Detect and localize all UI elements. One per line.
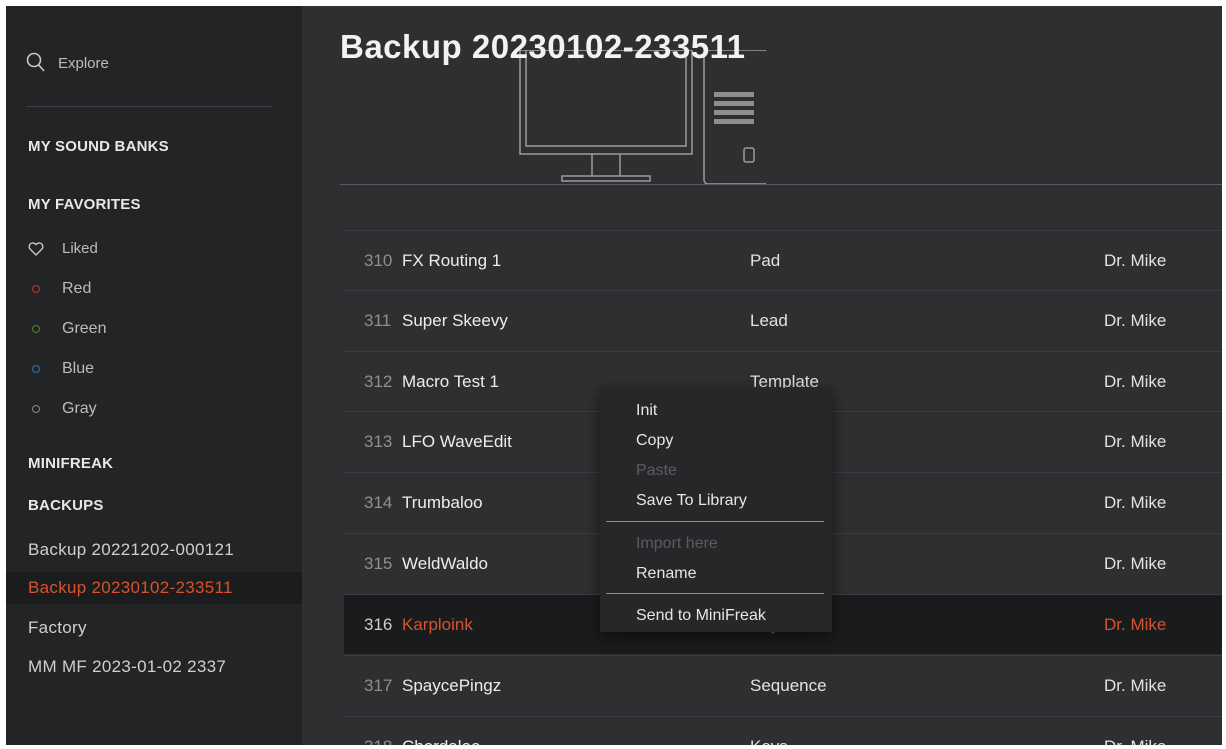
my-sound-banks-heading[interactable]: MY SOUND BANKS — [28, 138, 169, 155]
backup-item[interactable]: MM MF 2023-01-02 2337 — [6, 651, 302, 683]
menu-item-copy[interactable]: Copy — [636, 432, 673, 450]
context-menu: Init Copy Paste Save To Library Import h… — [600, 388, 832, 632]
preset-row[interactable]: 310 FX Routing 1 Pad Dr. Mike — [344, 230, 1222, 290]
preset-name: Trumbaloo — [402, 493, 483, 512]
blue-dot-icon — [32, 365, 40, 373]
menu-separator — [606, 593, 824, 594]
preset-number: 315 — [364, 554, 393, 573]
favorite-label: Green — [62, 320, 107, 337]
backup-item[interactable]: Backup 20221202-000121 — [6, 534, 302, 566]
preset-row[interactable]: 318 Chordaloo Keys Dr. Mike — [344, 716, 1222, 745]
preset-name: SpaycePingz — [402, 676, 502, 695]
gray-dot-icon — [32, 405, 40, 413]
green-dot-icon — [32, 325, 40, 333]
page-title: Backup 20230102-233511 — [340, 28, 746, 65]
preset-number: 317 — [364, 676, 393, 695]
menu-item-paste: Paste — [636, 462, 677, 479]
preset-type: Sequence — [750, 676, 827, 695]
favorite-blue[interactable]: Blue — [28, 360, 94, 378]
menu-separator — [606, 521, 824, 522]
backup-item-selected[interactable]: Backup 20230102-233511 — [6, 572, 302, 604]
preset-type: Keys — [750, 737, 788, 745]
header-divider — [340, 184, 1222, 185]
favorite-gray[interactable]: Gray — [28, 400, 97, 418]
red-dot-icon — [32, 285, 40, 293]
preset-number: 314 — [364, 493, 393, 512]
preset-name: Super Skeevy — [402, 311, 508, 330]
menu-item-save-to-library[interactable]: Save To Library — [636, 492, 747, 510]
my-favorites-heading[interactable]: MY FAVORITES — [28, 196, 141, 213]
preset-row[interactable]: 317 SpaycePingz Sequence Dr. Mike — [344, 655, 1222, 715]
explore-label: Explore — [58, 54, 109, 72]
favorite-label: Gray — [62, 400, 97, 417]
preset-type: Pad — [750, 251, 781, 270]
heart-icon — [28, 241, 44, 256]
preset-name: Chordaloo — [402, 737, 480, 745]
search-icon — [26, 52, 45, 72]
preset-author: Dr. Mike — [1104, 311, 1167, 330]
preset-author: Dr. Mike — [1104, 372, 1167, 391]
sidebar-divider — [26, 106, 272, 107]
preset-author: Dr. Mike — [1104, 737, 1166, 745]
computer-illustration-icon — [519, 50, 766, 184]
preset-author: Dr. Mike — [1104, 251, 1167, 270]
preset-name: Karploink — [402, 615, 473, 634]
menu-item-send-to-minifreak[interactable]: Send to MiniFreak — [636, 607, 766, 625]
app-window: Explore MY SOUND BANKS MY FAVORITES Like… — [6, 6, 1222, 745]
backups-heading[interactable]: BACKUPS — [28, 497, 104, 514]
preset-name: FX Routing 1 — [402, 251, 502, 270]
preset-name: Macro Test 1 — [402, 372, 500, 391]
preset-number: 313 — [364, 432, 393, 451]
favorite-green[interactable]: Green — [28, 320, 106, 338]
preset-author: Dr. Mike — [1104, 554, 1167, 573]
preset-number: 311 — [364, 311, 392, 330]
menu-item-import-here: Import here — [636, 535, 718, 552]
preset-name: LFO WaveEdit — [402, 432, 512, 451]
preset-author: Dr. Mike — [1104, 676, 1167, 695]
menu-item-rename[interactable]: Rename — [636, 565, 696, 583]
preset-number: 310 — [364, 251, 393, 270]
preset-number: 312 — [364, 372, 393, 391]
sidebar: Explore MY SOUND BANKS MY FAVORITES Like… — [6, 6, 302, 745]
backup-item-factory[interactable]: Factory — [6, 612, 302, 644]
preset-author: Dr. Mike — [1104, 493, 1167, 512]
favorite-label: Liked — [62, 240, 98, 257]
explore-search[interactable]: Explore — [26, 52, 109, 74]
preset-type: Lead — [750, 311, 788, 330]
preset-author: Dr. Mike — [1104, 432, 1167, 451]
favorite-liked[interactable]: Liked — [28, 240, 98, 257]
minifreak-heading[interactable]: MINIFREAK — [28, 455, 113, 472]
preset-author: Dr. Mike — [1104, 615, 1167, 634]
preset-number: 316 — [364, 615, 393, 634]
menu-item-init[interactable]: Init — [636, 402, 657, 420]
favorite-red[interactable]: Red — [28, 280, 91, 298]
favorite-label: Red — [62, 280, 92, 297]
main-panel: Backup 20230102-233511 310 FX Routing 1 … — [302, 6, 1222, 745]
preset-row[interactable]: 311 Super Skeevy Lead Dr. Mike — [344, 290, 1222, 350]
preset-number: 318 — [364, 737, 392, 745]
favorite-label: Blue — [62, 360, 95, 377]
preset-name: WeldWaldo — [402, 554, 488, 573]
